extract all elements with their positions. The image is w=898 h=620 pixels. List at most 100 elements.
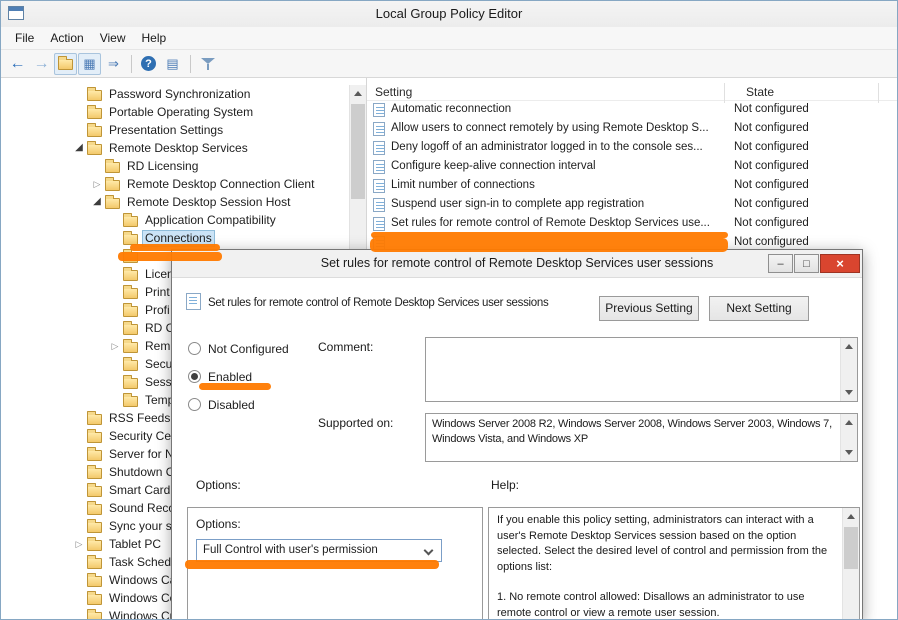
- radio-enabled[interactable]: Enabled: [188, 369, 252, 384]
- menu-item[interactable]: Action: [42, 27, 91, 50]
- scroll-up-icon[interactable]: [841, 414, 857, 431]
- filter-icon[interactable]: [196, 53, 219, 75]
- close-button[interactable]: ×: [820, 254, 860, 273]
- folder-icon: [87, 576, 102, 587]
- tree-expand-icon[interactable]: [71, 139, 87, 157]
- tree-item-label: Tablet PC: [106, 536, 164, 553]
- folder-icon: [87, 432, 102, 443]
- tree-item[interactable]: Remote Desktop Session Host: [1, 193, 349, 211]
- scroll-up-icon[interactable]: [841, 338, 857, 355]
- tree-item-label: Windows Ca: [106, 572, 179, 589]
- setting-row[interactable]: Deny logoff of an administrator logged i…: [367, 139, 897, 158]
- tree-item-label: Password Synchronization: [106, 86, 253, 103]
- tree-item[interactable]: Presentation Settings: [1, 121, 349, 139]
- setting-name: Set rules for remote control of Remote D…: [391, 217, 722, 229]
- setting-state: Not configured: [734, 141, 809, 153]
- setting-row[interactable]: Suspend user sign-in to complete app reg…: [367, 196, 897, 215]
- folder-icon: [123, 342, 138, 353]
- column-divider[interactable]: [878, 83, 879, 103]
- export-list-icon[interactable]: ⇒: [102, 53, 125, 75]
- column-header-setting[interactable]: Setting: [375, 85, 412, 99]
- supported-on-text: Windows Server 2008 R2, Windows Server 2…: [432, 417, 835, 447]
- setting-row[interactable]: Limit number of connections Not configur…: [367, 177, 897, 196]
- tree-expand-icon[interactable]: [71, 535, 87, 554]
- policy-setting-dialog: Set rules for remote control of Remote D…: [171, 249, 863, 620]
- scrollbar-thumb[interactable]: [351, 104, 365, 199]
- minimize-button[interactable]: –: [768, 254, 793, 273]
- scroll-up-icon[interactable]: [843, 508, 859, 525]
- dialog-titlebar[interactable]: Set rules for remote control of Remote D…: [172, 250, 862, 278]
- supported-scrollbar[interactable]: [840, 414, 857, 461]
- tree-item[interactable]: Password Synchronization: [1, 85, 349, 103]
- action-pane-icon[interactable]: ▤: [161, 53, 184, 75]
- setting-row[interactable]: Set rules for remote control of Remote D…: [367, 215, 897, 234]
- help-badge: ?: [141, 56, 156, 71]
- triangle-up-icon: [847, 514, 855, 519]
- scroll-up-icon[interactable]: [350, 85, 366, 102]
- setting-row[interactable]: Configure keep-alive connection interval…: [367, 158, 897, 177]
- setting-row[interactable]: Allow users to connect remotely by using…: [367, 120, 897, 139]
- tree-item[interactable]: Connections: [1, 229, 349, 247]
- tree-expand-icon[interactable]: [89, 193, 105, 211]
- tree-item-label: Connections: [142, 230, 215, 247]
- folder-icon: [123, 234, 138, 245]
- menu-item[interactable]: View: [92, 27, 134, 50]
- tree-expand-icon[interactable]: [89, 175, 105, 194]
- tree-expand-icon[interactable]: [107, 337, 123, 356]
- column-header-state[interactable]: State: [746, 85, 774, 99]
- scrollbar-thumb[interactable]: [844, 527, 858, 569]
- folder-icon: [87, 450, 102, 461]
- supported-on-box[interactable]: Windows Server 2008 R2, Windows Server 2…: [425, 413, 858, 462]
- column-divider[interactable]: [724, 83, 725, 103]
- folder-icon: [87, 594, 102, 605]
- tree-item[interactable]: RD Licensing: [1, 157, 349, 175]
- console-tree-icon[interactable]: ▦: [78, 53, 101, 75]
- tree-item-label: Sound Reco: [106, 500, 178, 517]
- tree-item[interactable]: Application Compatibility: [1, 211, 349, 229]
- scroll-down-icon[interactable]: [841, 444, 857, 461]
- funnel-shape: [201, 57, 215, 71]
- back-icon[interactable]: ←: [6, 53, 29, 75]
- tree-item-label: Task Schedu: [106, 554, 181, 571]
- settings-rows: Automatic reconnection Not configured Al…: [367, 101, 897, 253]
- setting-name: Limit number of connections: [391, 179, 722, 191]
- folder-icon: [123, 252, 138, 263]
- forward-icon[interactable]: →: [30, 53, 53, 75]
- menu-item[interactable]: Help: [134, 27, 175, 50]
- tree-item-label: Application Compatibility: [142, 212, 279, 229]
- setting-state: Not configured: [734, 179, 809, 191]
- tree-item[interactable]: Remote Desktop Services: [1, 139, 349, 157]
- comment-input[interactable]: [425, 337, 858, 402]
- folder-icon: [58, 59, 73, 70]
- previous-setting-button[interactable]: Previous Setting: [599, 296, 699, 321]
- window-titlebar[interactable]: Local Group Policy Editor: [1, 1, 897, 27]
- policy-icon: [373, 103, 385, 117]
- menu-bar: File Action View Help: [1, 27, 897, 50]
- folder-icon: [87, 144, 102, 155]
- tree-item-label: Server for N: [106, 446, 177, 463]
- folder-icon: [105, 198, 120, 209]
- radio-not-configured[interactable]: Not Configured: [188, 341, 289, 356]
- help-panel: If you enable this policy setting, admin…: [488, 507, 860, 620]
- toolbar-separator: [131, 55, 132, 73]
- triangle-down-icon: [845, 450, 853, 455]
- next-setting-button[interactable]: Next Setting: [709, 296, 809, 321]
- scroll-down-icon[interactable]: [841, 384, 857, 401]
- help-scrollbar[interactable]: [842, 508, 859, 620]
- radio-label: Enabled: [208, 370, 252, 384]
- up-one-level-icon[interactable]: [54, 53, 77, 75]
- radio-label: Disabled: [208, 398, 255, 412]
- folder-icon: [87, 126, 102, 137]
- remote-control-level-dropdown[interactable]: Full Control with user's permission: [196, 539, 442, 562]
- tree-item[interactable]: Remote Desktop Connection Client: [1, 175, 349, 193]
- menu-item[interactable]: File: [7, 27, 42, 50]
- tree-item[interactable]: Portable Operating System: [1, 103, 349, 121]
- maximize-button[interactable]: □: [794, 254, 819, 273]
- setting-row[interactable]: Automatic reconnection Not configured: [367, 101, 897, 120]
- folder-icon: [87, 504, 102, 515]
- folder-icon: [87, 108, 102, 119]
- help-icon[interactable]: ?: [137, 53, 160, 75]
- comment-scrollbar[interactable]: [840, 338, 857, 401]
- radio-disabled[interactable]: Disabled: [188, 397, 255, 412]
- setting-state: Not configured: [734, 217, 809, 229]
